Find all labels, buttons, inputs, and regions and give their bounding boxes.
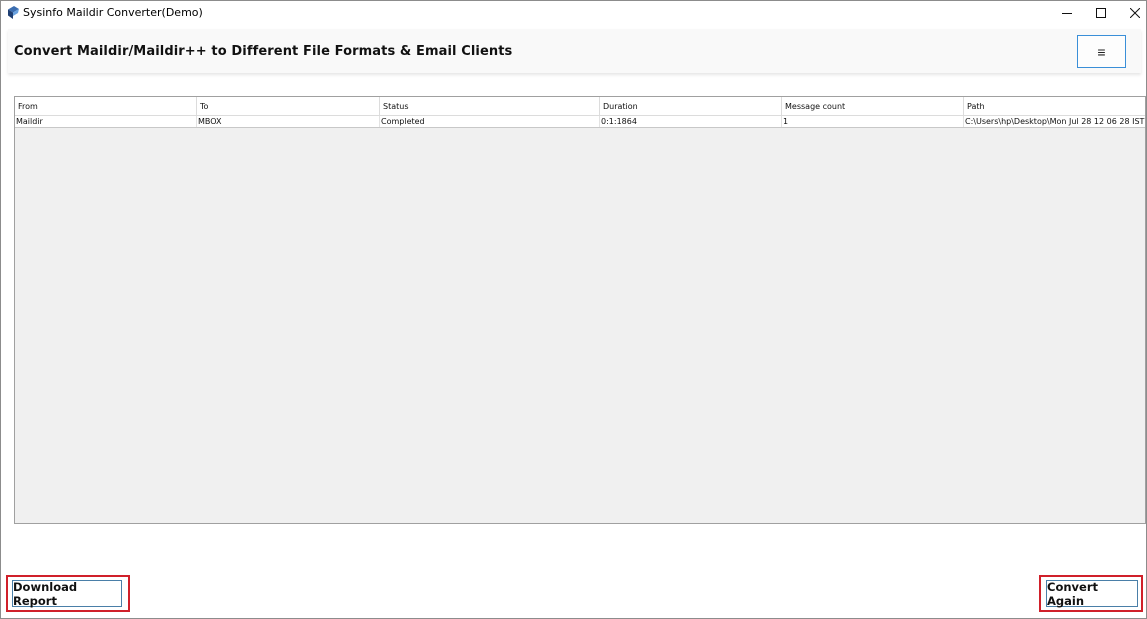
close-button[interactable] bbox=[1118, 1, 1147, 25]
column-header-to[interactable]: To bbox=[197, 97, 380, 115]
title-bar: Sysinfo Maildir Converter(Demo) bbox=[1, 1, 1146, 25]
table-row[interactable]: Maildir MBOX Completed 0:1:1864 1 C:\Use… bbox=[15, 116, 1145, 128]
column-header-path[interactable]: Path bbox=[964, 97, 1145, 115]
conversion-report-table[interactable]: From To Status Duration Message count Pa… bbox=[14, 96, 1146, 524]
maximize-button[interactable] bbox=[1084, 1, 1118, 25]
cell-from: Maildir bbox=[15, 116, 197, 127]
page-title: Convert Maildir/Maildir++ to Different F… bbox=[14, 44, 513, 59]
header-bar: Convert Maildir/Maildir++ to Different F… bbox=[8, 29, 1141, 73]
cell-message-count: 1 bbox=[782, 116, 964, 127]
app-logo-icon bbox=[8, 6, 19, 19]
cell-to: MBOX bbox=[197, 116, 380, 127]
hamburger-icon: ≡ bbox=[1097, 43, 1106, 60]
minimize-icon bbox=[1062, 13, 1072, 14]
window-title: Sysinfo Maildir Converter(Demo) bbox=[23, 6, 203, 19]
close-icon bbox=[1130, 8, 1140, 18]
column-header-message-count[interactable]: Message count bbox=[782, 97, 964, 115]
column-header-duration[interactable]: Duration bbox=[600, 97, 782, 115]
convert-again-button[interactable]: Convert Again bbox=[1046, 580, 1138, 608]
download-report-button[interactable]: Download Report bbox=[12, 580, 122, 608]
column-header-status[interactable]: Status bbox=[380, 97, 600, 115]
column-header-from[interactable]: From bbox=[15, 97, 197, 115]
menu-button[interactable]: ≡ bbox=[1077, 35, 1126, 68]
app-window: Sysinfo Maildir Converter(Demo) Convert … bbox=[0, 0, 1147, 619]
minimize-button[interactable] bbox=[1050, 1, 1084, 25]
maximize-icon bbox=[1096, 8, 1106, 18]
table-header: From To Status Duration Message count Pa… bbox=[15, 97, 1145, 116]
cell-path: C:\Users\hp\Desktop\Mon Jul 28 12 06 28 … bbox=[965, 117, 1146, 126]
cell-duration: 0:1:1864 bbox=[600, 116, 782, 127]
cell-status: Completed bbox=[380, 116, 600, 127]
